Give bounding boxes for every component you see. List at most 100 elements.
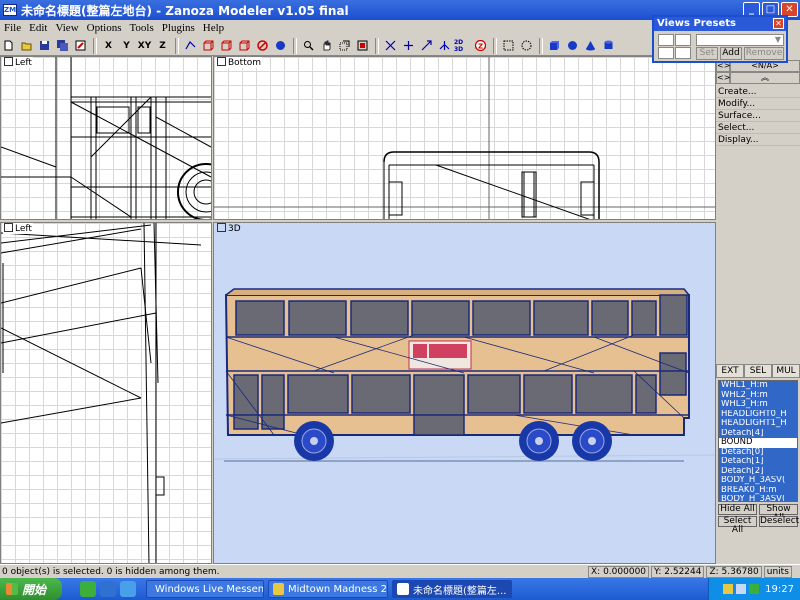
axis-xy-button[interactable]: XY: [136, 38, 153, 54]
object-list-item[interactable]: HEADLIGHT1_H: [719, 419, 797, 429]
menu-plugins[interactable]: Plugins: [158, 22, 199, 34]
vertex-mode-button[interactable]: [182, 38, 199, 54]
status-bar: 0 object(s) is selected. 0 is hidden amo…: [0, 564, 800, 578]
move-button[interactable]: [382, 38, 399, 54]
menu-view[interactable]: View: [51, 22, 82, 34]
hide-all-button[interactable]: Hide All: [718, 504, 757, 515]
preset-slot[interactable]: [675, 47, 691, 59]
preset-slot[interactable]: [675, 34, 691, 46]
new-file-button[interactable]: [0, 38, 17, 54]
views-presets-titlebar[interactable]: Views Presets ✕: [654, 17, 786, 31]
media-quicklaunch-icon[interactable]: [100, 581, 116, 597]
task-midtown-madness[interactable]: Midtown Madness 2: [268, 580, 388, 598]
panel-arrow-button[interactable]: <>: [716, 72, 730, 84]
object-list-item[interactable]: Detach[4]: [719, 428, 797, 438]
preset-dropdown[interactable]: ▼: [696, 34, 784, 46]
tray-icon[interactable]: [723, 584, 734, 594]
object-list-item[interactable]: BOUND: [719, 438, 797, 448]
folder-icon: [273, 583, 284, 595]
preset-slot[interactable]: [658, 47, 674, 59]
zoom-extents-button[interactable]: [354, 38, 371, 54]
create-cone-button[interactable]: [582, 38, 599, 54]
views-presets-window[interactable]: Views Presets ✕ ▼ Set Add Remove: [652, 15, 788, 63]
mirror-button[interactable]: [436, 38, 453, 54]
bus-model-render: [214, 288, 715, 462]
viewport-label: Left: [3, 223, 33, 234]
box-delete-button[interactable]: [254, 38, 271, 54]
viewport-label: Bottom: [216, 57, 263, 68]
menu-edit[interactable]: Edit: [25, 22, 51, 34]
object-list-item[interactable]: BODY_H_3ASV(: [719, 476, 797, 486]
axis-z-button[interactable]: Z: [154, 38, 171, 54]
tray-icon[interactable]: [749, 584, 760, 594]
save-as-button[interactable]: [54, 38, 71, 54]
tab-mul[interactable]: MUL: [772, 364, 800, 378]
views-presets-close-button[interactable]: ✕: [773, 18, 784, 29]
object-list[interactable]: WHL1_H:m WHL2_H:m WHL3_H:m HEADLIGHT0_H HEAD…: [718, 380, 798, 502]
tab-ext[interactable]: EXT: [716, 364, 744, 378]
pan-button[interactable]: [318, 38, 335, 54]
axis-y-button[interactable]: Y: [118, 38, 135, 54]
floppy-icon: [40, 41, 49, 50]
viewport-3d[interactable]: 3D: [213, 222, 716, 564]
export-button[interactable]: [72, 38, 89, 54]
scale-button[interactable]: [418, 38, 435, 54]
menu-options[interactable]: Options: [83, 22, 126, 34]
preset-slot[interactable]: [658, 34, 674, 46]
create-box-button[interactable]: [546, 38, 563, 54]
z-mode-button[interactable]: Z: [472, 38, 489, 54]
select-button[interactable]: Select...: [716, 122, 800, 134]
select-region-button[interactable]: [500, 38, 517, 54]
menu-help[interactable]: Help: [199, 22, 228, 34]
object-list-item[interactable]: WHL3_H:m: [719, 400, 797, 410]
browser-quicklaunch-icon[interactable]: [120, 581, 136, 597]
start-button[interactable]: 開始: [0, 578, 62, 600]
display-button[interactable]: Display...: [716, 134, 800, 146]
tab-sel[interactable]: SEL: [744, 364, 772, 378]
task-messenger[interactable]: Windows Live Messen...: [146, 580, 264, 598]
preset-add-button[interactable]: Add: [720, 47, 742, 60]
modify-button[interactable]: Modify...: [716, 98, 800, 110]
viewport-bottom[interactable]: Bottom: [213, 56, 716, 220]
object-list-item[interactable]: WHL2_H:m: [719, 390, 797, 400]
menu-file[interactable]: File: [0, 22, 25, 34]
sphere-button[interactable]: [272, 38, 289, 54]
dashed-circle-icon: [521, 40, 532, 51]
zoom-region-button[interactable]: [336, 38, 353, 54]
cube-wire-icon: [221, 40, 232, 51]
open-file-button[interactable]: [18, 38, 35, 54]
box-select-button[interactable]: [218, 38, 235, 54]
select-all-button[interactable]: Select All: [718, 516, 757, 535]
show-all-button[interactable]: Show All: [759, 504, 798, 523]
menu-tools[interactable]: Tools: [125, 22, 157, 34]
viewport-left-top[interactable]: Left: [0, 56, 212, 220]
rotate-button[interactable]: [400, 38, 417, 54]
deselect-button[interactable]: Deselect: [759, 516, 799, 527]
box-edit-button[interactable]: [236, 38, 253, 54]
box-mode-button[interactable]: [200, 38, 217, 54]
panel-expand-button[interactable]: ︽: [730, 72, 800, 84]
save-button[interactable]: [36, 38, 53, 54]
object-list-item[interactable]: BODY_H_3ASV(: [719, 495, 797, 501]
clock[interactable]: 19:27: [765, 584, 794, 595]
preset-remove-button[interactable]: Remove: [744, 47, 784, 60]
create-cylinder-button[interactable]: [600, 38, 617, 54]
preset-set-button[interactable]: Set: [696, 47, 718, 60]
select-circle-button[interactable]: [518, 38, 535, 54]
object-list-item[interactable]: WHL1_H:m: [719, 381, 797, 391]
object-list-item[interactable]: Detach[1]: [719, 457, 797, 467]
messenger-quicklaunch-icon[interactable]: [80, 581, 96, 597]
toggle-2d3d-button[interactable]: 2D 3D: [454, 38, 471, 54]
task-zanoza-modeler[interactable]: 未命名標題(整篇左...: [392, 580, 512, 598]
surface-button[interactable]: Surface...: [716, 110, 800, 122]
create-sphere-button[interactable]: [564, 38, 581, 54]
viewport-left-lower[interactable]: Left: [0, 222, 212, 564]
object-list-item[interactable]: BREAK0_H:m: [719, 485, 797, 495]
object-list-item[interactable]: HEADLIGHT0_H: [719, 409, 797, 419]
axis-x-button[interactable]: X: [100, 38, 117, 54]
object-list-item[interactable]: Detach[2]: [719, 466, 797, 476]
create-button[interactable]: Create...: [716, 86, 800, 98]
tray-icon[interactable]: [736, 584, 747, 594]
object-list-item[interactable]: Detach[0]: [719, 447, 797, 457]
zoom-button[interactable]: [300, 38, 317, 54]
